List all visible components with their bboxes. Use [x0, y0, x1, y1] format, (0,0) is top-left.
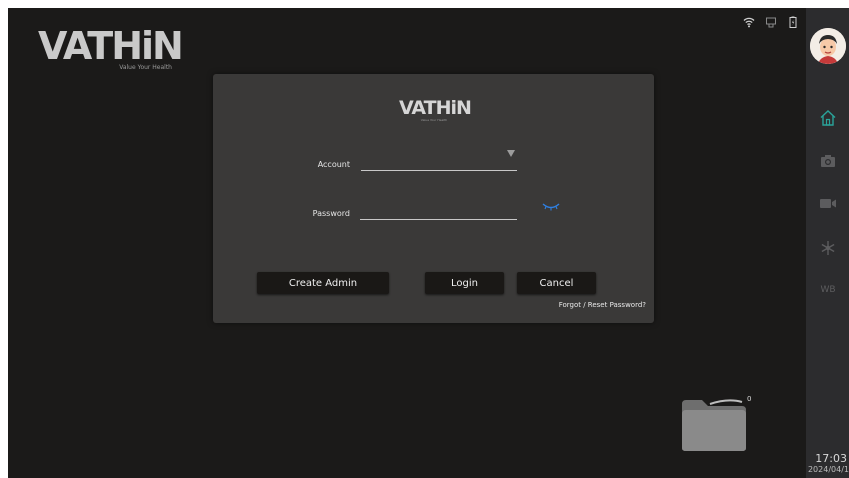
screen: VATHiN Value Your Health WB 17:03 2024/0… — [8, 8, 849, 478]
create-admin-button[interactable]: Create Admin — [257, 272, 389, 294]
dialog-logo: VATHiN Value Your Health — [399, 97, 472, 124]
clock-date: 2024/04/1 — [807, 465, 849, 474]
dialog-logo-text: VATHiN — [399, 97, 472, 119]
sidebar: WB 17:03 2024/04/1 — [806, 8, 849, 478]
status-bar — [743, 16, 799, 28]
account-label: Account — [317, 160, 350, 169]
sidebar-item-video[interactable] — [818, 193, 838, 213]
brand-logo: VATHiN Value Your Health — [34, 22, 184, 74]
avatar[interactable] — [810, 28, 846, 64]
eye-closed-icon[interactable] — [541, 202, 561, 212]
sidebar-item-settings[interactable] — [818, 238, 838, 258]
camera-icon — [821, 155, 835, 167]
home-icon — [820, 110, 836, 126]
sidebar-item-camera[interactable] — [818, 151, 838, 171]
folder-icon[interactable] — [680, 392, 748, 452]
login-button[interactable]: Login — [425, 272, 504, 294]
login-dialog: VATHiN Value Your Health Account Passwor… — [213, 74, 654, 323]
clock-time: 17:03 — [815, 452, 847, 465]
cancel-button[interactable]: Cancel — [517, 272, 596, 294]
chevron-down-icon[interactable] — [507, 150, 515, 157]
sidebar-item-white-balance[interactable]: WB — [818, 280, 838, 300]
user-avatar-icon — [810, 28, 846, 64]
sidebar-item-home[interactable] — [818, 108, 838, 128]
storage-icon — [766, 17, 776, 28]
folder-count: 0 — [747, 395, 752, 403]
video-camera-icon — [820, 199, 836, 208]
snowflake-icon — [821, 241, 835, 255]
account-select[interactable] — [361, 170, 517, 171]
brand-tagline: Value Your Health — [119, 64, 172, 71]
forgot-password-link[interactable]: Forgot / Reset Password? — [559, 301, 646, 309]
wifi-icon — [743, 17, 755, 28]
brand-name: VATHiN — [38, 24, 184, 68]
battery-icon — [789, 16, 797, 28]
password-field[interactable] — [360, 219, 517, 220]
password-label: Password — [312, 209, 350, 218]
